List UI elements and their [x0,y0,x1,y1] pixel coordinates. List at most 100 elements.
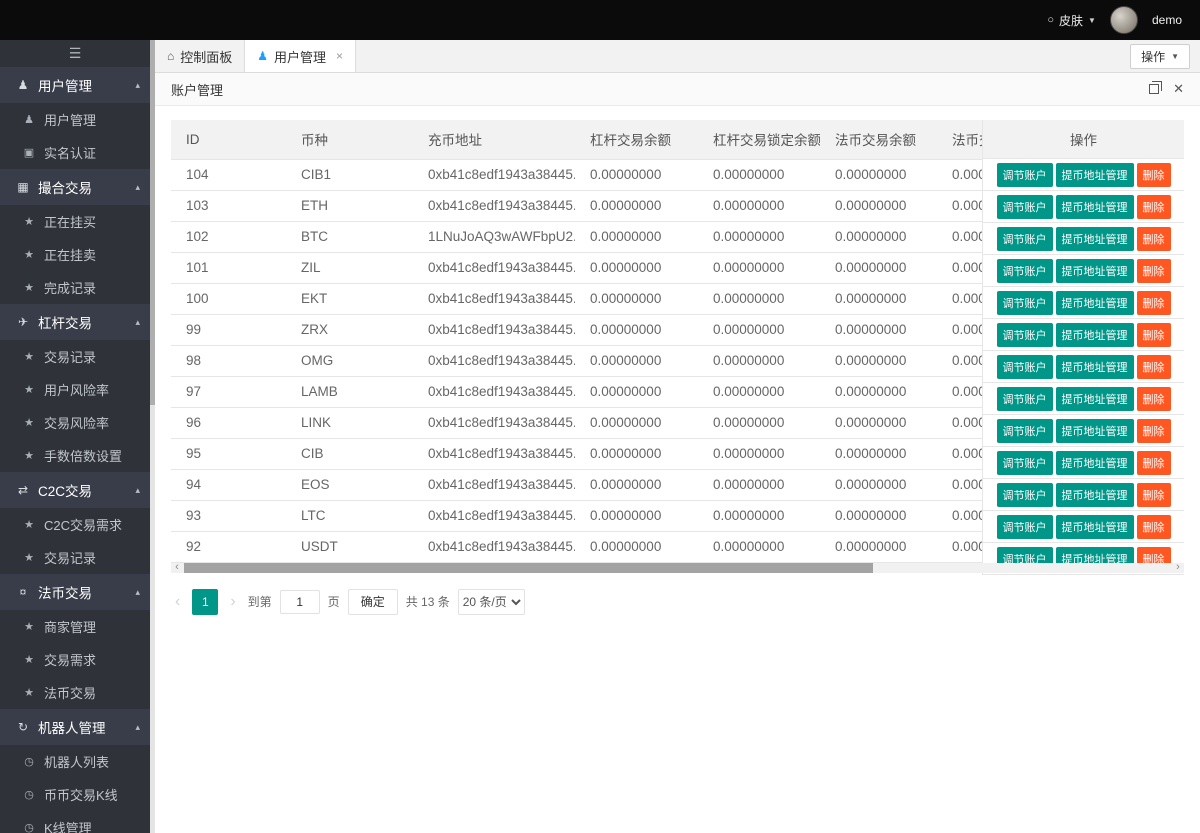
delete-button[interactable]: 删除 [1137,163,1171,187]
cell-lever-locked: 0.00000000 [698,438,820,469]
restore-icon[interactable] [1149,84,1159,94]
horizontal-scrollbar-thumb[interactable] [184,563,873,573]
withdraw-address-button[interactable]: 提币地址管理 [1056,419,1134,443]
circle-icon: ○ [1047,14,1054,26]
withdraw-address-button[interactable]: 提币地址管理 [1056,323,1134,347]
username-label[interactable]: demo [1152,13,1182,27]
sidebar-item[interactable]: ★交易记录 [0,340,150,373]
sidebar-item[interactable]: ▣实名认证 [0,136,150,169]
current-page-button[interactable]: 1 [192,589,218,615]
withdraw-address-button[interactable]: 提币地址管理 [1056,451,1134,475]
delete-button[interactable]: 删除 [1137,227,1171,251]
withdraw-address-button[interactable]: 提币地址管理 [1056,163,1134,187]
withdraw-address-button[interactable]: 提币地址管理 [1056,387,1134,411]
sidebar-section[interactable]: ♟用户管理▴ [0,67,150,103]
tab-dashboard[interactable]: ⌂ 控制面板 [155,40,245,72]
user-icon: ♟ [20,113,38,126]
confirm-button[interactable]: 确定 [348,589,398,615]
withdraw-address-button[interactable]: 提币地址管理 [1056,515,1134,539]
adjust-account-button[interactable]: 调节账户 [997,451,1053,475]
cell-fiat-balance: 0.00000000 [820,469,937,500]
delete-button[interactable]: 删除 [1137,483,1171,507]
skin-switcher[interactable]: ○ 皮肤 ▼ [1047,12,1096,29]
sidebar-section[interactable]: ↻机器人管理▴ [0,709,150,745]
cell-lever-balance: 0.00000000 [575,159,698,190]
withdraw-address-button[interactable]: 提币地址管理 [1056,195,1134,219]
sidebar-scrollbar-thumb[interactable] [150,40,155,405]
adjust-account-button[interactable]: 调节账户 [997,163,1053,187]
sidebar-item[interactable]: ◷币币交易K线 [0,778,150,811]
adjust-account-button[interactable]: 调节账户 [997,419,1053,443]
sidebar-section[interactable]: ⇄C2C交易▴ [0,472,150,508]
adjust-account-button[interactable]: 调节账户 [997,195,1053,219]
close-icon[interactable]: × [336,49,343,63]
delete-button[interactable]: 删除 [1137,195,1171,219]
cell-fiat-balance: 0.00000000 [820,252,937,283]
sidebar-item[interactable]: ★正在挂买 [0,205,150,238]
operations-dropdown-button[interactable]: 操作 ▼ [1130,44,1190,69]
scroll-right-icon[interactable]: › [1172,563,1184,573]
menu-toggle-button[interactable]: ☰ [0,40,150,67]
delete-button[interactable]: 删除 [1137,355,1171,379]
close-icon[interactable]: ✕ [1173,81,1184,97]
cell-address: 0xb41c8edf1943a38445... [413,531,575,562]
sidebar-item[interactable]: ★商家管理 [0,610,150,643]
sidebar-item[interactable]: ★用户风险率 [0,373,150,406]
sidebar-item[interactable]: ★C2C交易需求 [0,508,150,541]
delete-button[interactable]: 删除 [1137,259,1171,283]
sidebar-item[interactable]: ◷机器人列表 [0,745,150,778]
tab-user-management[interactable]: ♟ 用户管理 × [245,40,356,72]
sidebar-section[interactable]: ▦撮合交易▴ [0,169,150,205]
scroll-left-icon[interactable]: ‹ [171,563,183,573]
goto-page-input[interactable] [280,590,320,614]
withdraw-address-button[interactable]: 提币地址管理 [1056,227,1134,251]
cell-address: 0xb41c8edf1943a38445... [413,376,575,407]
adjust-account-button[interactable]: 调节账户 [997,387,1053,411]
delete-button[interactable]: 删除 [1137,323,1171,347]
cell-address: 0xb41c8edf1943a38445... [413,314,575,345]
adjust-account-button[interactable]: 调节账户 [997,259,1053,283]
per-page-select[interactable]: 20 条/页 [458,589,525,615]
sidebar-item[interactable]: ★交易风险率 [0,406,150,439]
sidebar-item[interactable]: ♟用户管理 [0,103,150,136]
withdraw-address-button[interactable]: 提币地址管理 [1056,259,1134,283]
adjust-account-button[interactable]: 调节账户 [997,483,1053,507]
delete-button[interactable]: 删除 [1137,291,1171,315]
withdraw-address-button[interactable]: 提币地址管理 [1056,291,1134,315]
col-actions: 操作 [983,120,1184,159]
sidebar-section[interactable]: ✈杠杆交易▴ [0,304,150,340]
withdraw-address-button[interactable]: 提币地址管理 [1056,483,1134,507]
hamburger-icon: ☰ [69,45,82,62]
adjust-account-button[interactable]: 调节账户 [997,227,1053,251]
chevron-down-icon: ▼ [1088,16,1096,25]
sidebar-section[interactable]: ¤法币交易▴ [0,574,150,610]
cell-id: 102 [171,221,286,252]
sidebar-item[interactable]: ★正在挂卖 [0,238,150,271]
adjust-account-button[interactable]: 调节账户 [997,355,1053,379]
adjust-account-button[interactable]: 调节账户 [997,515,1053,539]
sidebar-item[interactable]: ★交易需求 [0,643,150,676]
horizontal-scrollbar[interactable]: ‹ › [171,563,1184,573]
sidebar-scrollbar[interactable] [150,40,155,833]
cell-address: 1LNuJoAQ3wAWFbpU2... [413,221,575,252]
sidebar-section-label: 用户管理 [38,75,92,95]
sidebar-item[interactable]: ◷K线管理 [0,811,150,833]
avatar[interactable] [1110,6,1138,34]
sidebar-item[interactable]: ★法币交易 [0,676,150,709]
delete-button[interactable]: 删除 [1137,419,1171,443]
action-row: 调节账户提币地址管理删除 [983,223,1184,255]
withdraw-address-button[interactable]: 提币地址管理 [1056,355,1134,379]
table-row: 94EOS0xb41c8edf1943a38445...0.000000000.… [171,469,1071,500]
delete-button[interactable]: 删除 [1137,387,1171,411]
delete-button[interactable]: 删除 [1137,515,1171,539]
sidebar-item[interactable]: ★完成记录 [0,271,150,304]
prev-page-button[interactable]: ‹ [171,593,184,611]
next-page-button[interactable]: › [226,593,239,611]
adjust-account-button[interactable]: 调节账户 [997,323,1053,347]
cell-id: 92 [171,531,286,562]
sidebar-item[interactable]: ★交易记录 [0,541,150,574]
delete-button[interactable]: 删除 [1137,451,1171,475]
sidebar-item[interactable]: ★手数倍数设置 [0,439,150,472]
sidebar-nav: ☰ ♟用户管理▴♟用户管理▣实名认证▦撮合交易▴★正在挂买★正在挂卖★完成记录✈… [0,40,150,833]
adjust-account-button[interactable]: 调节账户 [997,291,1053,315]
